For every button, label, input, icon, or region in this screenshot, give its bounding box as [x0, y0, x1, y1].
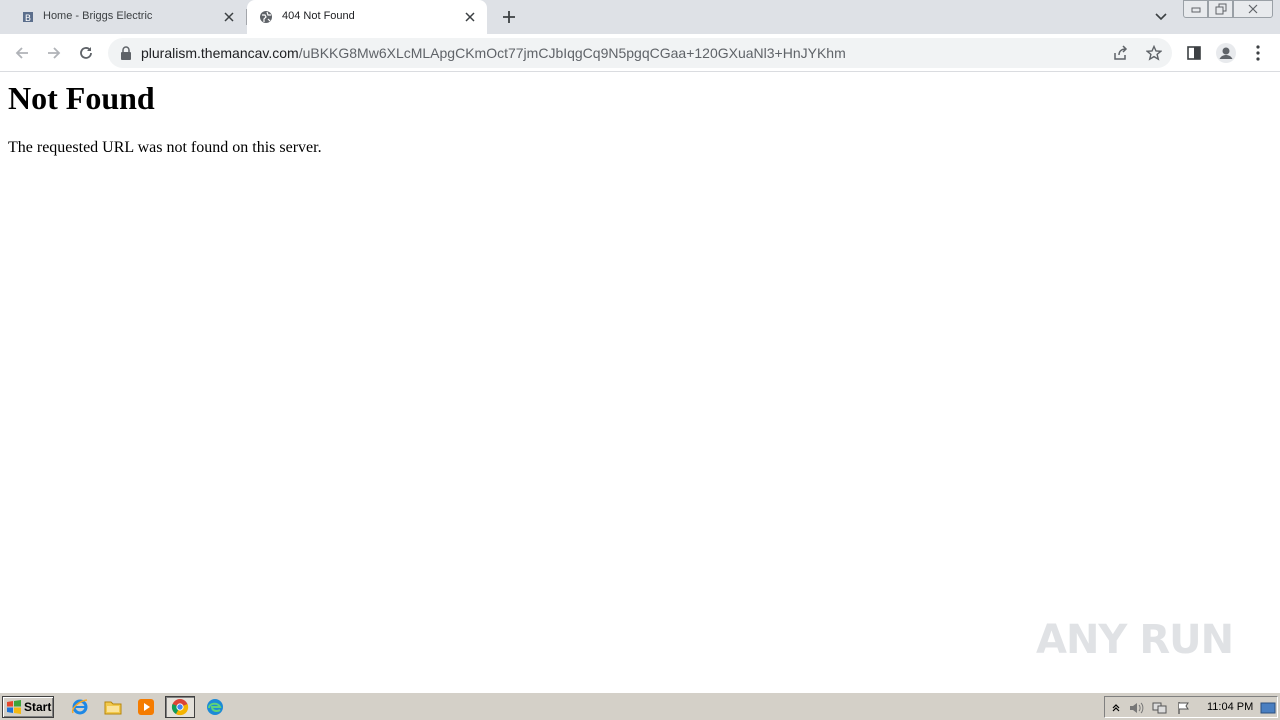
url-path: /uBKKG8Mw6XLcMLApgCKmOct77jmCJbIqgCq9N5p…	[298, 45, 846, 61]
tab-title: Home - Briggs Electric	[43, 10, 153, 22]
media-player-icon[interactable]	[135, 696, 157, 718]
clock[interactable]: 11:04 PM	[1207, 701, 1253, 713]
system-tray: 11:04 PM	[1104, 696, 1278, 718]
browser-toolbar: pluralism.themancav.com/uBKKG8Mw6XLcMLAp…	[0, 34, 1280, 72]
chrome-icon	[171, 699, 189, 716]
back-arrow-icon	[15, 47, 28, 59]
minimize-button[interactable]	[1183, 0, 1208, 18]
globe-icon	[259, 10, 273, 24]
new-tab-button[interactable]	[498, 6, 520, 28]
chrome-taskbar-button[interactable]	[165, 696, 195, 718]
reload-button[interactable]	[74, 41, 98, 65]
url-text[interactable]: pluralism.themancav.com/uBKKG8Mw6XLcMLAp…	[141, 45, 846, 61]
forward-button[interactable]	[42, 41, 66, 65]
reload-icon	[80, 47, 92, 59]
volume-icon[interactable]	[1128, 700, 1144, 716]
lock-icon[interactable]	[120, 46, 132, 60]
close-window-button[interactable]	[1233, 0, 1273, 18]
show-desktop-icon[interactable]	[1260, 700, 1276, 716]
side-panel-icon	[1187, 46, 1201, 60]
minimize-icon	[1191, 7, 1200, 13]
page-content: Not Found The requested URL was not foun…	[0, 72, 1280, 692]
start-button[interactable]: Start	[2, 696, 54, 718]
restore-button[interactable]	[1208, 0, 1233, 18]
menu-button[interactable]	[1246, 41, 1270, 65]
windows-logo-icon	[7, 700, 21, 714]
side-panel-button[interactable]	[1182, 41, 1206, 65]
internet-explorer-icon[interactable]	[69, 696, 91, 718]
edge-icon[interactable]	[204, 696, 226, 718]
close-tab-icon[interactable]	[221, 9, 237, 25]
profile-button[interactable]	[1214, 41, 1238, 65]
tab-strip: B Home - Briggs Electric 404 Not Found	[0, 0, 1280, 34]
close-tab-icon[interactable]	[462, 9, 478, 25]
chevron-down-icon	[1155, 13, 1167, 21]
tab-404-not-found[interactable]: 404 Not Found	[247, 0, 487, 34]
network-icon[interactable]	[1152, 700, 1168, 716]
address-bar[interactable]: pluralism.themancav.com/uBKKG8Mw6XLcMLAp…	[108, 38, 1172, 68]
url-host: pluralism.themancav.com	[141, 45, 299, 61]
anyrun-watermark: ANY RUN	[1036, 608, 1236, 672]
briggs-favicon-icon: B	[21, 10, 35, 24]
tab-title: 404 Not Found	[282, 10, 355, 22]
forward-arrow-icon	[48, 47, 61, 59]
watermark-text: ANY RUN	[1036, 617, 1234, 663]
share-icon[interactable]	[1112, 44, 1130, 62]
close-icon	[1248, 4, 1258, 14]
action-center-flag-icon[interactable]	[1176, 700, 1192, 716]
tab-home-briggs-electric[interactable]: B Home - Briggs Electric	[0, 0, 246, 34]
bookmark-star-icon[interactable]	[1145, 44, 1163, 62]
kebab-menu-icon	[1256, 45, 1260, 61]
restore-icon	[1215, 3, 1226, 15]
svg-text:B: B	[25, 14, 31, 24]
file-explorer-icon[interactable]	[102, 696, 124, 718]
plus-icon	[503, 11, 515, 23]
tab-search-button[interactable]	[1151, 7, 1171, 27]
avatar-icon	[1216, 43, 1236, 63]
back-button[interactable]	[10, 41, 34, 65]
show-hidden-icons-icon[interactable]	[1108, 700, 1124, 716]
start-label: Start	[24, 700, 52, 714]
error-message: The requested URL was not found on this …	[8, 139, 322, 156]
taskbar: Start 11:04 PM	[0, 692, 1280, 720]
page-title: Not Found	[8, 80, 155, 116]
